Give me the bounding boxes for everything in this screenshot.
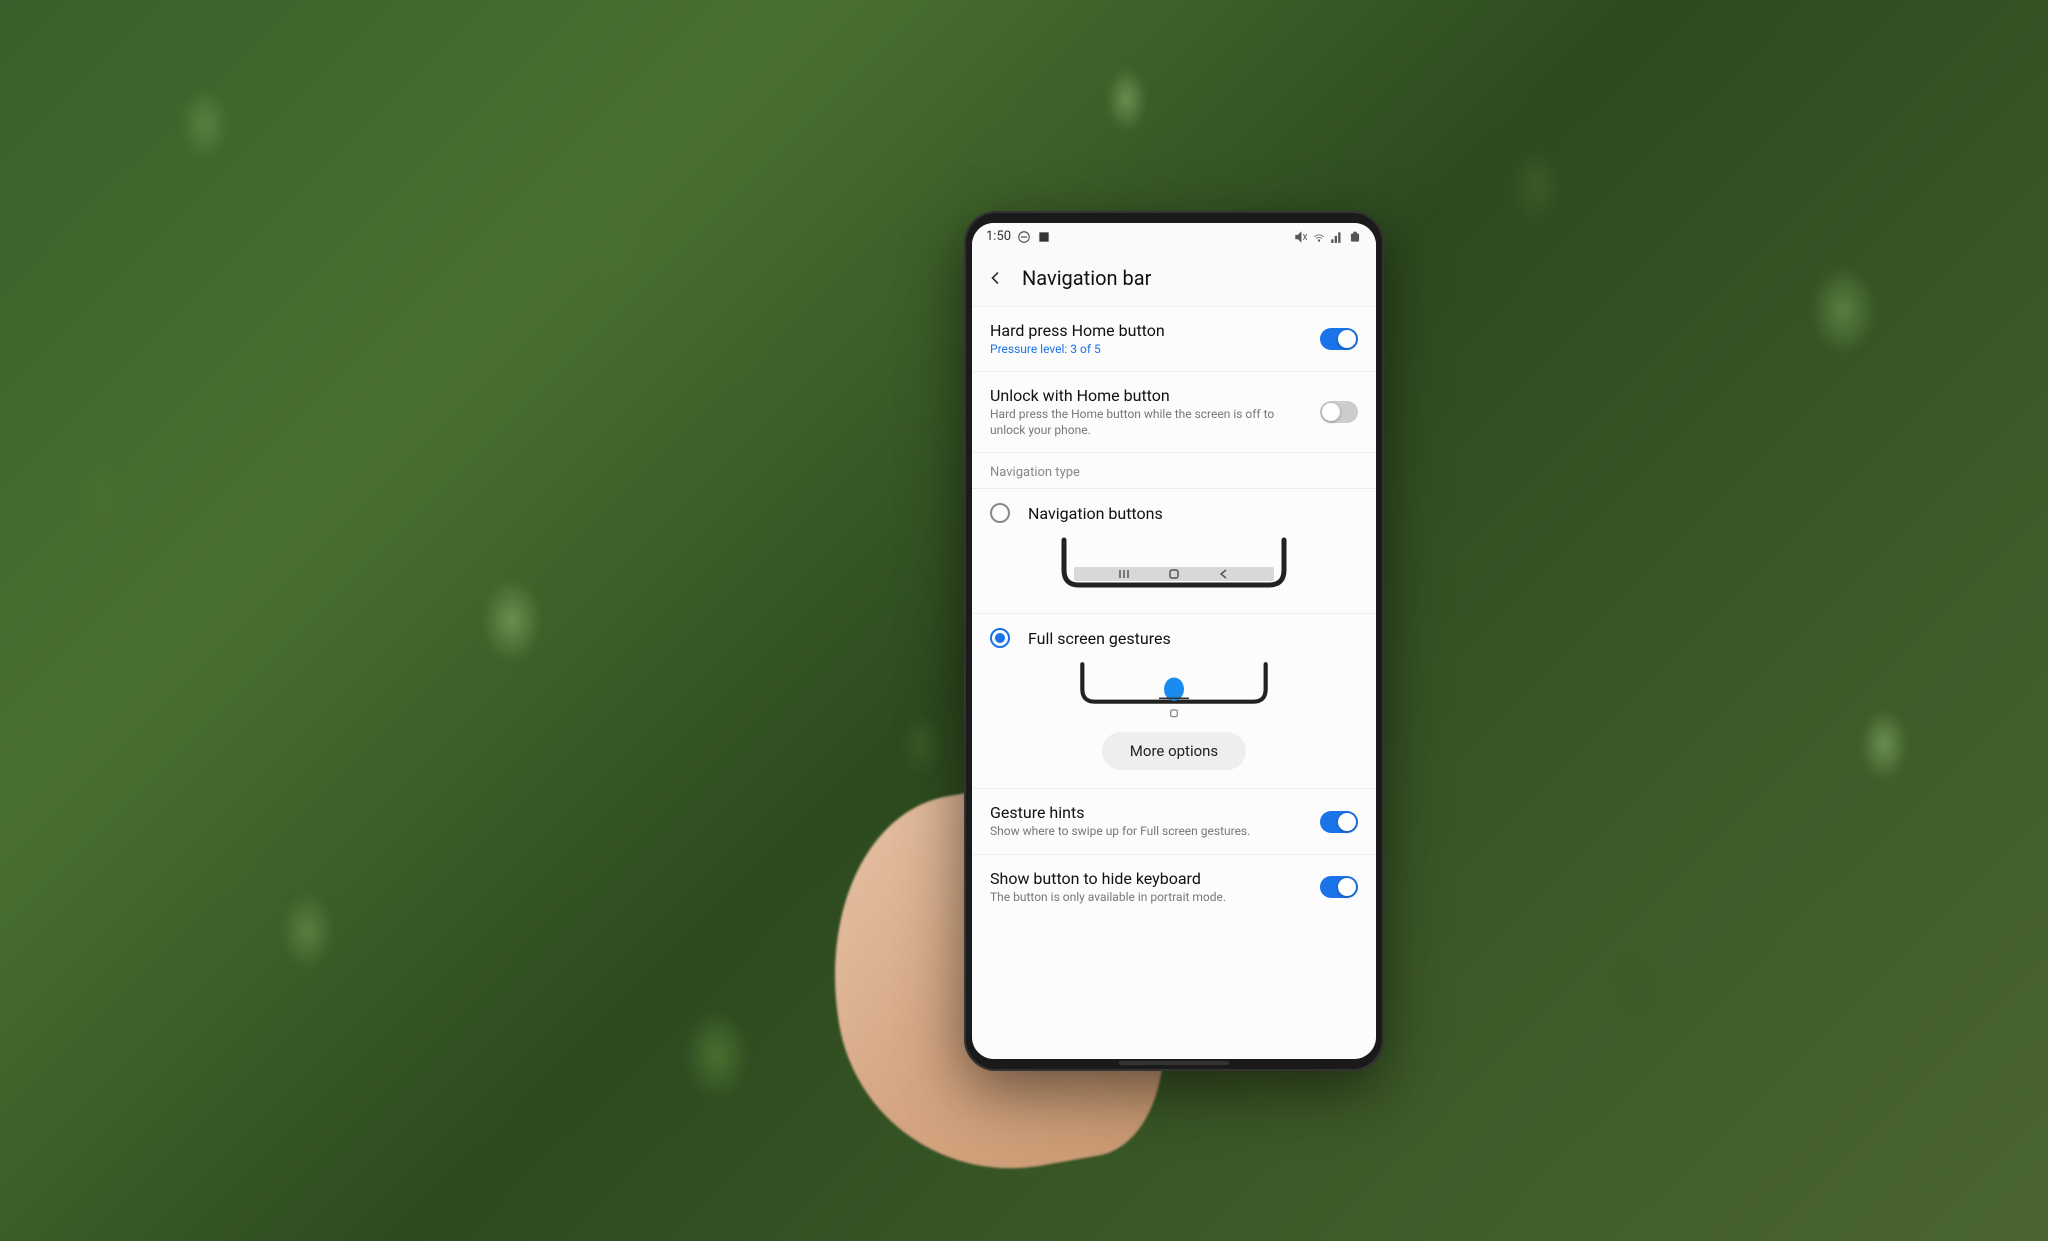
radio-indicator[interactable] xyxy=(990,628,1010,648)
page-title: Navigation bar xyxy=(1022,266,1151,290)
more-options-button[interactable]: More options xyxy=(1102,732,1246,770)
toggle-hide-keyboard[interactable] xyxy=(1320,876,1358,898)
notification-icon xyxy=(1037,230,1051,244)
full-gestures-preview xyxy=(1044,660,1304,720)
chevron-left-icon xyxy=(985,268,1005,288)
setting-subtitle: The button is only available in portrait… xyxy=(990,890,1308,906)
back-button[interactable] xyxy=(984,267,1006,289)
section-nav-type: Navigation type xyxy=(972,453,1376,489)
settings-content[interactable]: Hard press Home button Pressure level: 3… xyxy=(972,307,1376,1059)
radio-label: Full screen gestures xyxy=(1028,629,1171,648)
status-time: 1:50 xyxy=(986,229,1011,244)
setting-title: Unlock with Home button xyxy=(990,386,1308,405)
status-bar: 1:50 xyxy=(972,223,1376,251)
radio-indicator[interactable] xyxy=(990,503,1010,523)
setting-subtitle: Show where to swipe up for Full screen g… xyxy=(990,824,1308,840)
radio-nav-buttons[interactable]: Navigation buttons xyxy=(972,489,1376,614)
battery-icon xyxy=(1348,230,1362,244)
toggle-gesture-hints[interactable] xyxy=(1320,811,1358,833)
setting-gesture-hints[interactable]: Gesture hints Show where to swipe up for… xyxy=(972,789,1376,855)
toggle-unlock[interactable] xyxy=(1320,401,1358,423)
radio-label: Navigation buttons xyxy=(1028,504,1163,523)
nav-buttons-preview xyxy=(1044,535,1304,595)
mute-icon xyxy=(1294,230,1308,244)
setting-hard-press[interactable]: Hard press Home button Pressure level: 3… xyxy=(972,307,1376,373)
setting-subtitle: Pressure level: 3 of 5 xyxy=(990,342,1308,358)
setting-subtitle: Hard press the Home button while the scr… xyxy=(990,407,1308,438)
no-disturb-icon xyxy=(1017,230,1031,244)
setting-title: Show button to hide keyboard xyxy=(990,869,1308,888)
toggle-hard-press[interactable] xyxy=(1320,328,1358,350)
signal-icon xyxy=(1330,230,1344,244)
phone-frame: 1:50 Navigation bar xyxy=(964,211,1384,1071)
radio-full-gestures[interactable]: Full screen gestures More options xyxy=(972,614,1376,789)
page-header: Navigation bar xyxy=(972,251,1376,307)
setting-title: Hard press Home button xyxy=(990,321,1308,340)
setting-hide-keyboard[interactable]: Show button to hide keyboard The button … xyxy=(972,855,1376,920)
wifi-icon xyxy=(1312,230,1326,244)
setting-title: Gesture hints xyxy=(990,803,1308,822)
setting-unlock[interactable]: Unlock with Home button Hard press the H… xyxy=(972,372,1376,453)
phone-screen: 1:50 Navigation bar xyxy=(972,223,1376,1059)
